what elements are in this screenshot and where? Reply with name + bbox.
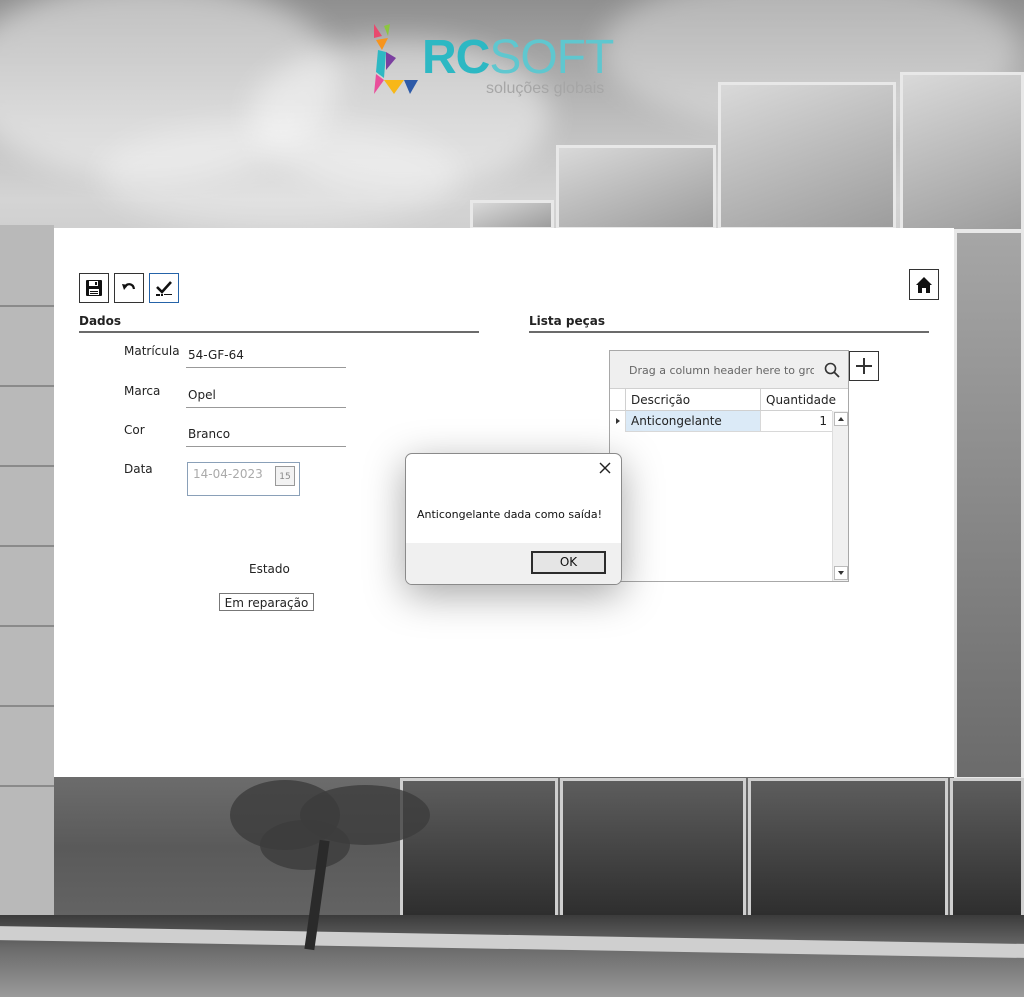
logo-soft: SOFT (489, 31, 614, 84)
cor-field[interactable]: Branco (186, 423, 346, 447)
logo-rc: RC (422, 31, 490, 84)
group-panel[interactable]: Drag a column header here to grou... (610, 351, 848, 389)
scroll-down-icon[interactable] (834, 566, 848, 580)
undo-button[interactable] (114, 273, 144, 303)
floppy-disk-icon (86, 280, 102, 296)
estado-label: Estado (249, 562, 290, 576)
dialog-message: Anticongelante dada como saída! (417, 508, 603, 521)
calendar-icon[interactable]: 15 (275, 466, 295, 486)
pecas-grid: Drag a column header here to grou... Des… (609, 350, 849, 582)
marca-field[interactable]: Opel (186, 384, 346, 408)
data-label: Data (124, 462, 153, 476)
data-date-picker[interactable]: 14-04-2023 15 (187, 462, 300, 496)
dados-divider (79, 331, 479, 333)
group-panel-hint: Drag a column header here to grou... (629, 364, 814, 377)
logo-wordmark: RCSOFT (422, 31, 614, 84)
home-button[interactable] (909, 269, 939, 300)
lista-pecas-title: Lista peças (529, 314, 605, 328)
ok-button[interactable]: OK (531, 551, 606, 574)
confirm-button[interactable] (149, 273, 179, 303)
marca-label: Marca (124, 384, 161, 398)
undo-icon (122, 283, 136, 290)
scroll-up-icon[interactable] (834, 412, 848, 426)
matricula-label: Matrícula (124, 344, 180, 358)
grid-header: Descrição Quantidade (610, 389, 836, 411)
message-dialog: Anticongelante dada como saída! OK (405, 453, 622, 585)
logo-tagline: soluções globais (486, 80, 605, 97)
cor-label: Cor (124, 423, 145, 437)
home-icon (916, 276, 932, 293)
column-header-quantidade[interactable]: Quantidade (760, 389, 836, 411)
plus-icon (856, 358, 872, 374)
estado-button[interactable]: Em reparação (219, 593, 314, 611)
tangram-fox-icon (374, 24, 418, 94)
table-row[interactable]: Anticongelante 1 (610, 411, 832, 432)
grid-scrollbar[interactable] (832, 411, 848, 581)
lista-pecas-divider (529, 331, 929, 333)
dados-title: Dados (79, 314, 122, 328)
cell-quantidade[interactable]: 1 (760, 411, 832, 432)
row-indicator-icon (610, 411, 625, 432)
matricula-field[interactable]: 54-GF-64 (186, 344, 346, 368)
data-value: 14-04-2023 (193, 467, 263, 481)
column-header-descricao[interactable]: Descrição (625, 389, 760, 411)
close-icon[interactable] (597, 460, 613, 476)
save-button[interactable] (79, 273, 109, 303)
dialog-footer: OK (406, 543, 621, 584)
rc-soft-logo: RCSOFT soluções globais (368, 20, 614, 100)
add-peca-button[interactable] (849, 351, 879, 381)
checkmark-icon (156, 281, 172, 296)
cell-descricao[interactable]: Anticongelante (625, 411, 760, 432)
search-icon[interactable] (824, 362, 840, 378)
